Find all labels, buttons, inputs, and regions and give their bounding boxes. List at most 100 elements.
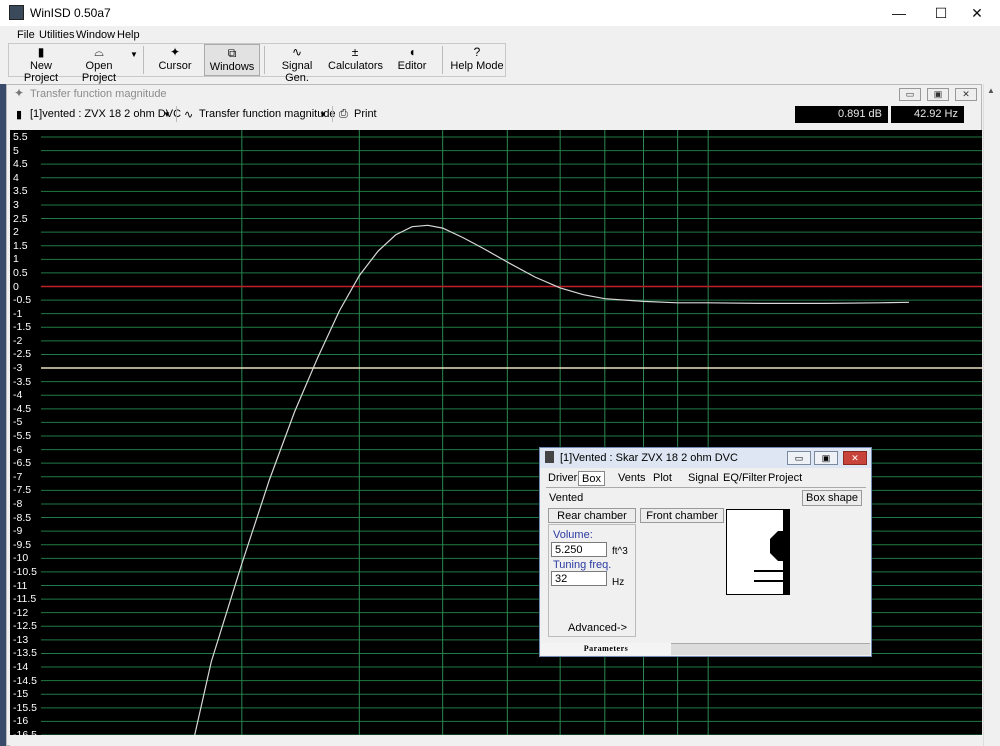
tuning-freq-label: Tuning freq. xyxy=(553,559,612,571)
y-tick-label: -11.5 xyxy=(13,593,37,606)
y-tick-label: -2 xyxy=(13,334,23,347)
toolbar-separator xyxy=(264,46,265,74)
y-tick-label: -15.5 xyxy=(13,701,37,714)
menu-window[interactable]: Window xyxy=(76,29,115,41)
chevron-down-icon: ▼ xyxy=(130,50,138,59)
open-project-dropdown[interactable]: ▼ xyxy=(128,44,140,76)
plot-restore-button[interactable]: ▣ xyxy=(927,88,949,101)
menu-help[interactable]: Help xyxy=(117,29,140,41)
help-icon: ? xyxy=(473,45,481,59)
tab-driver[interactable]: Driver xyxy=(545,471,580,486)
rear-chamber-button[interactable]: Rear chamber xyxy=(548,508,636,523)
windows-icon: ⧉ xyxy=(227,46,237,60)
front-chamber-button[interactable]: Front chamber xyxy=(640,508,724,523)
y-tick-label: -9.5 xyxy=(13,538,32,551)
y-tick-label: -5.5 xyxy=(13,430,32,442)
new-project-button[interactable]: ▮ New Project xyxy=(14,44,68,84)
help-mode-button[interactable]: ? Help Mode xyxy=(450,44,504,76)
tab-box[interactable]: Box xyxy=(578,471,605,486)
graph-type-select[interactable]: Transfer function magnitude xyxy=(199,108,336,120)
y-tick-label: -6.5 xyxy=(13,457,32,470)
open-project-button[interactable]: ⌓ Open Project xyxy=(70,44,128,84)
menu-bar xyxy=(0,26,1000,43)
editor-button[interactable]: ◖ Editor xyxy=(390,44,434,76)
y-tick-label: -9 xyxy=(13,525,23,538)
signal-gen-button[interactable]: ∿ Signal Gen. xyxy=(270,44,324,84)
chevron-down-icon[interactable]: ▼ xyxy=(163,110,171,119)
menu-utilities[interactable]: Utilities xyxy=(39,29,74,41)
tab-vents[interactable]: Vents xyxy=(615,471,649,486)
y-tick-label: -8 xyxy=(13,497,23,510)
tab-project[interactable]: Project xyxy=(765,471,805,486)
tuning-freq-input[interactable]: 32 xyxy=(551,571,607,586)
hz-readout: 42.92 Hz xyxy=(891,106,964,123)
window-title: WinISD 0.50a7 xyxy=(30,6,111,20)
close-button[interactable]: ✕ xyxy=(954,0,1000,26)
menu-file[interactable]: File xyxy=(17,29,35,41)
tab-eq-filter[interactable]: EQ/Filter xyxy=(720,471,769,486)
speaker-editor-icon: ◖ xyxy=(408,45,416,59)
y-tick-label: 2 xyxy=(13,226,19,239)
box-type-label: Vented xyxy=(549,492,584,504)
dialog-restore-button[interactable]: ▣ xyxy=(814,451,838,465)
horizontal-scrollbar[interactable] xyxy=(10,735,982,746)
tab-divider xyxy=(546,487,866,488)
open-project-label: Open Project xyxy=(81,60,117,84)
windows-button[interactable]: ⧉ Windows xyxy=(204,44,260,76)
y-tick-label: -0.5 xyxy=(13,294,32,307)
new-project-label: New Project xyxy=(23,60,59,84)
y-tick-label: 5.5 xyxy=(13,131,28,143)
y-tick-label: -16 xyxy=(13,715,29,728)
dialog-minimize-button[interactable]: ▭ xyxy=(787,451,811,465)
help-mode-label: Help Mode xyxy=(450,60,504,72)
box-shape-button[interactable]: Box shape xyxy=(802,490,862,506)
y-tick-label: 4 xyxy=(13,171,19,184)
plot-minimize-button[interactable]: ▭ xyxy=(899,88,921,101)
tab-signal[interactable]: Signal xyxy=(685,471,722,486)
project-select[interactable]: [1]vented : ZVX 18 2 ohm DVC xyxy=(30,108,181,120)
y-tick-label: -12.5 xyxy=(13,620,37,633)
y-tick-label: -7 xyxy=(13,470,23,483)
y-tick-label: -10 xyxy=(13,552,29,565)
y-tick-label: 0.5 xyxy=(13,266,28,279)
graph-icon: ∿ xyxy=(184,109,194,121)
y-tick-label: -11 xyxy=(13,579,28,592)
y-tick-label: -1.5 xyxy=(13,321,32,334)
y-tick-label: 3.5 xyxy=(13,185,28,198)
windows-label: Windows xyxy=(209,61,255,73)
title-bar xyxy=(0,0,1000,26)
dialog-close-button[interactable]: ✕ xyxy=(843,451,867,465)
calculators-label: Calculators xyxy=(328,60,384,72)
y-tick-label: 2.5 xyxy=(13,212,28,225)
y-tick-label: -4.5 xyxy=(13,402,32,415)
calculator-icon: ± xyxy=(351,45,359,59)
volume-input[interactable]: 5.250 xyxy=(551,542,607,557)
y-tick-label: -5 xyxy=(13,416,23,429)
advanced-button[interactable]: Advanced-> xyxy=(568,622,627,634)
chevron-down-icon[interactable]: ▼ xyxy=(319,110,327,119)
y-tick-label: -8.5 xyxy=(13,511,32,524)
plot-close-button[interactable]: ✕ xyxy=(955,88,977,101)
calculators-button[interactable]: ± Calculators xyxy=(328,44,384,76)
y-tick-label: -3.5 xyxy=(13,375,32,388)
minimize-button[interactable]: — xyxy=(876,0,922,26)
box-diagram xyxy=(726,509,790,595)
toolbar-separator xyxy=(143,46,144,74)
y-tick-label: -10.5 xyxy=(13,565,37,578)
y-tick-label: 3 xyxy=(13,198,19,211)
y-tick-label: -12 xyxy=(13,606,29,619)
signal-gen-icon: ∿ xyxy=(291,45,303,59)
cursor-label: Cursor xyxy=(158,60,192,72)
y-tick-label: -13 xyxy=(13,633,29,646)
y-tick-label: 0 xyxy=(13,280,19,293)
y-tick-label: 4.5 xyxy=(13,158,28,171)
y-tick-label: 1.5 xyxy=(13,239,28,252)
vertical-scrollbar[interactable]: ▲ xyxy=(983,84,1000,746)
tab-plot[interactable]: Plot xyxy=(650,471,675,486)
y-tick-label: -6 xyxy=(13,443,23,456)
dialog-title: [1]Vented : Skar ZVX 18 2 ohm DVC xyxy=(560,452,738,464)
toolbar-separator xyxy=(332,106,333,122)
cursor-button[interactable]: ✦ Cursor xyxy=(150,44,200,76)
print-button[interactable]: Print xyxy=(354,108,377,120)
scroll-up-icon[interactable]: ▲ xyxy=(987,86,995,95)
